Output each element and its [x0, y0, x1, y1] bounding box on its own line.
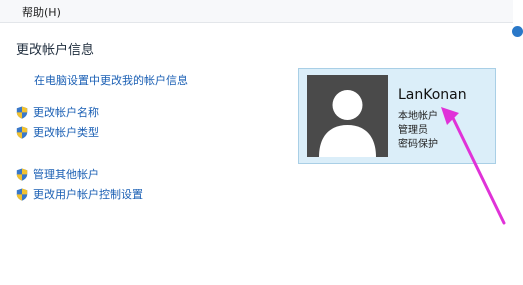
account-role: 管理员 [398, 125, 428, 136]
change-account-type-label: 更改帐户类型 [33, 126, 99, 139]
change-uac-settings-link[interactable]: 更改用户帐户控制设置 [16, 186, 143, 202]
uac-shield-icon [16, 106, 28, 119]
account-password-status: 密码保护 [398, 139, 438, 150]
change-account-type-link[interactable]: 更改帐户类型 [16, 124, 99, 140]
account-username: LanKonan [398, 87, 467, 103]
change-account-name-label: 更改帐户名称 [33, 106, 99, 119]
menu-help[interactable]: 帮助(H) [20, 4, 63, 20]
pc-settings-link[interactable]: 在电脑设置中更改我的帐户信息 [34, 72, 188, 88]
change-uac-settings-label: 更改用户帐户控制设置 [33, 188, 143, 201]
avatar [307, 75, 388, 157]
uac-shield-icon [16, 126, 28, 139]
uac-shield-icon [16, 168, 28, 181]
change-account-name-link[interactable]: 更改帐户名称 [16, 104, 99, 120]
user-silhouette-icon [319, 90, 376, 157]
account-type: 本地帐户 [398, 111, 438, 122]
manage-other-accounts-link[interactable]: 管理其他帐户 [16, 166, 99, 182]
scroll-indicator [512, 26, 523, 37]
menu-bar: 帮助(H) [0, 0, 513, 23]
uac-shield-icon [16, 188, 28, 201]
manage-other-accounts-label: 管理其他帐户 [33, 168, 99, 181]
page-title: 更改帐户信息 [16, 43, 95, 58]
account-card: LanKonan 本地帐户 管理员 密码保护 [298, 68, 496, 164]
